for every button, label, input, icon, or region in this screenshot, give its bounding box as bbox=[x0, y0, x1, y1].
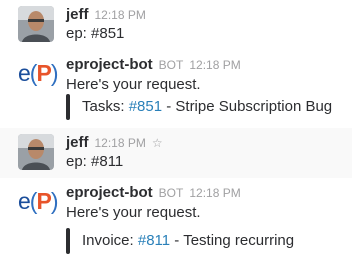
attachment-prefix: Tasks: bbox=[82, 98, 129, 115]
bot-avatar-paren-close: ) bbox=[50, 60, 59, 86]
bot-avatar[interactable]: e(P) bbox=[18, 186, 58, 216]
username[interactable]: jeff bbox=[66, 134, 89, 151]
user-avatar[interactable] bbox=[18, 6, 54, 42]
message-text: ep: #811 bbox=[66, 153, 124, 170]
bot-name[interactable]: eproject-bot bbox=[66, 184, 153, 201]
message-bot-1[interactable]: e(P) eproject-bot BOT 12:18 PM Here's your… bbox=[0, 52, 352, 124]
attachment-bar bbox=[66, 94, 70, 120]
user-avatar[interactable] bbox=[18, 134, 54, 170]
bot-avatar-e: e bbox=[18, 60, 31, 86]
message-jeff-1[interactable]: jeff 12:18 PM ep: #851 bbox=[0, 0, 352, 50]
username[interactable]: jeff bbox=[66, 6, 89, 23]
bot-avatar-e: e bbox=[18, 188, 31, 214]
bot-badge: BOT bbox=[158, 58, 184, 72]
message-text: ep: #851 bbox=[66, 25, 125, 42]
attachment-prefix: Invoice: bbox=[82, 232, 138, 249]
attachment-title: - Testing recurring bbox=[170, 232, 295, 249]
star-icon[interactable]: ☆ bbox=[152, 136, 163, 150]
bot-badge: BOT bbox=[158, 186, 184, 200]
timestamp[interactable]: 12:18 PM bbox=[189, 58, 240, 72]
bot-avatar-paren-close: ) bbox=[50, 188, 59, 214]
bot-name[interactable]: eproject-bot bbox=[66, 56, 153, 73]
message-jeff-2[interactable]: jeff 12:18 PM ☆ ep: #811 bbox=[0, 128, 352, 178]
timestamp[interactable]: 12:18 PM bbox=[189, 186, 240, 200]
bot-avatar-p: P bbox=[36, 60, 51, 86]
message-bot-2[interactable]: e(P) eproject-bot BOT 12:18 PM Here's your… bbox=[0, 180, 352, 260]
message-text: Here's your request. bbox=[66, 76, 201, 93]
timestamp[interactable]: 12:18 PM bbox=[95, 136, 146, 150]
invoice-link[interactable]: #811 bbox=[138, 232, 170, 249]
message-text: Here's your request. bbox=[66, 204, 201, 221]
timestamp[interactable]: 12:18 PM bbox=[95, 8, 146, 22]
bot-avatar[interactable]: e(P) bbox=[18, 58, 58, 88]
attachment-bar bbox=[66, 228, 70, 254]
task-link[interactable]: #851 bbox=[129, 98, 162, 115]
attachment-title: - Stripe Subscription Bug bbox=[162, 98, 333, 115]
bot-avatar-p: P bbox=[36, 188, 51, 214]
